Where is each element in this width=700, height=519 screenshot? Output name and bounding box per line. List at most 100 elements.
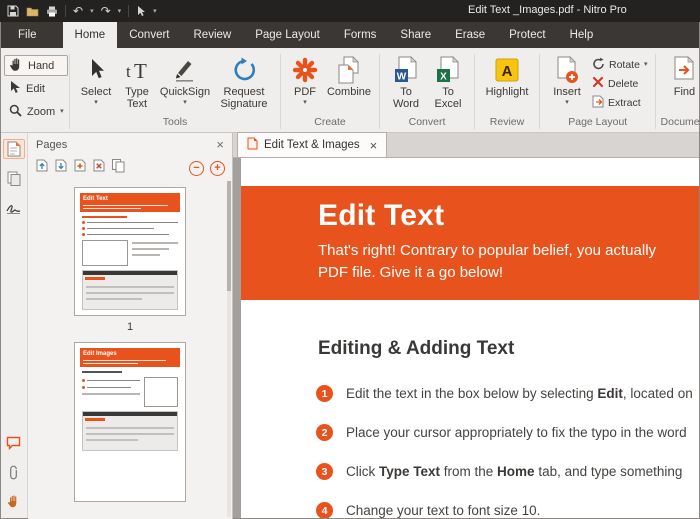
quicksign-button[interactable]: QuickSign ▾ <box>157 51 213 107</box>
select-button[interactable]: Select ▾ <box>75 51 117 107</box>
highlight-button[interactable]: A Highlight <box>480 51 534 98</box>
step-text-fragment: tab, and type something <box>535 464 683 479</box>
page-thumbnail-1[interactable]: Edit Text <box>74 187 186 316</box>
nitro-pdf-icon <box>292 54 318 86</box>
tab-erase[interactable]: Erase <box>443 22 497 48</box>
hand-label: Hand <box>28 60 54 72</box>
thumb-text-bar <box>83 208 141 210</box>
comments-panel-icon[interactable] <box>3 433 25 453</box>
document-tab-bar: Edit Text & Images × <box>233 133 700 158</box>
pdf-button[interactable]: PDF ▾ <box>286 51 324 107</box>
type-text-label: Type Text <box>121 86 153 110</box>
ribbon-group-document: Find Document <box>657 50 700 132</box>
type-text-button[interactable]: tT Type Text <box>117 51 157 110</box>
attachments-panel-icon[interactable] <box>3 462 25 482</box>
list-item-4: 4 Change your text to font size 10. <box>316 491 700 519</box>
undo-dropdown-icon[interactable]: ▾ <box>90 3 94 19</box>
to-excel-button[interactable]: X To Excel <box>427 51 469 110</box>
to-word-button[interactable]: W To Word <box>385 51 427 110</box>
scrollbar-thumb[interactable] <box>227 181 231 291</box>
page-thumbnail-2[interactable]: Edit Images <box>74 342 186 502</box>
select-tool-dropdown-icon[interactable]: ▾ <box>153 3 157 19</box>
tab-forms[interactable]: Forms <box>332 22 389 48</box>
svg-text:A: A <box>502 63 513 80</box>
extract-button[interactable]: Extract <box>589 94 650 111</box>
zoom-in-icon[interactable]: + <box>210 161 225 176</box>
thumb-bullet-row <box>82 221 178 224</box>
quicksign-label: QuickSign <box>160 86 210 98</box>
sidebar-strip-bottom <box>3 433 25 511</box>
save-icon[interactable] <box>7 3 19 19</box>
instruction-list: 1 Edit the text in the box below by sele… <box>241 374 700 519</box>
step-text-fragment: Home <box>497 464 535 479</box>
find-button[interactable]: Find <box>661 51 700 98</box>
edit-cursor-icon <box>9 80 21 97</box>
select-tool-icon[interactable] <box>136 3 146 19</box>
tab-page-layout[interactable]: Page Layout <box>243 22 332 48</box>
thumbnail-list: Edit Text <box>28 180 232 519</box>
titlebar-separator <box>128 5 129 17</box>
thumbnail-scrollbar[interactable] <box>227 181 231 517</box>
document-tab[interactable]: Edit Text & Images × <box>237 132 387 157</box>
combine-button[interactable]: Combine <box>324 51 374 98</box>
request-signature-button[interactable]: Request Signature <box>213 51 275 110</box>
tab-help[interactable]: Help <box>558 22 606 48</box>
tab-protect[interactable]: Protect <box>497 22 557 48</box>
ribbon: Hand Edit Zoom ▾ Select ▾ <box>0 48 700 133</box>
group-label-create: Create <box>282 116 378 132</box>
pages-panel-toolbar: − + <box>28 156 232 180</box>
step-text-fragment: from the <box>440 464 497 479</box>
redo-dropdown-icon[interactable]: ▾ <box>118 3 122 19</box>
zoom-out-icon[interactable]: − <box>189 161 204 176</box>
bookmarks-panel-icon[interactable] <box>3 168 25 188</box>
zoom-button[interactable]: Zoom ▾ <box>4 101 68 122</box>
svg-text:W: W <box>397 72 407 83</box>
main-area: Pages × − + Edit Text <box>0 133 700 519</box>
step-number-badge: 2 <box>316 424 333 441</box>
tab-home[interactable]: Home <box>63 22 118 48</box>
insert-page-icon <box>555 54 579 86</box>
insert-button[interactable]: Insert ▾ <box>545 51 589 107</box>
open-file-icon[interactable] <box>26 3 39 19</box>
document-scroll[interactable]: Edit Text That's right! Contrary to popu… <box>233 158 700 519</box>
step-text-fragment: Edit <box>597 386 623 401</box>
tab-review[interactable]: Review <box>182 22 244 48</box>
undo-icon[interactable]: ↶ <box>73 3 83 19</box>
insert-page-icon[interactable] <box>73 158 87 178</box>
combine-pages-icon <box>336 54 362 86</box>
step-text: Edit the text in the box below by select… <box>346 386 693 401</box>
extract-label: Extract <box>608 97 641 109</box>
excel-file-icon: X <box>436 54 460 86</box>
hand-button[interactable]: Hand <box>4 55 68 76</box>
pages-panel-icon[interactable] <box>3 139 25 159</box>
svg-text:T: T <box>134 59 147 83</box>
thumb-box-row <box>82 240 178 266</box>
redo-icon[interactable]: ↷ <box>101 3 111 19</box>
chevron-down-icon: ▾ <box>303 99 307 107</box>
thumb-bullet-row <box>82 227 178 230</box>
to-excel-label: To Excel <box>433 86 463 110</box>
signatures-panel-icon[interactable] <box>3 197 25 217</box>
rotate-button[interactable]: Rotate ▾ <box>589 56 650 73</box>
tab-share[interactable]: Share <box>388 22 443 48</box>
edit-button[interactable]: Edit <box>4 78 68 99</box>
select-cursor-icon <box>87 54 105 86</box>
highlight-icon: A <box>494 54 520 86</box>
step-text: Click Type Text from the Home tab, and t… <box>346 464 682 479</box>
close-icon[interactable]: × <box>216 138 224 151</box>
step-number-badge: 4 <box>316 502 333 519</box>
page-up-icon[interactable] <box>35 158 49 178</box>
group-label-convert: Convert <box>381 116 473 132</box>
delete-page-icon[interactable] <box>92 158 106 178</box>
tab-convert[interactable]: Convert <box>117 22 181 48</box>
page-down-icon[interactable] <box>54 158 68 178</box>
duplicate-page-icon[interactable] <box>111 158 126 178</box>
step-text-fragment: Place your cursor appropriately to fix t… <box>346 425 687 440</box>
hand-stamp-icon[interactable] <box>3 491 25 511</box>
print-icon[interactable] <box>46 3 58 19</box>
svg-text:X: X <box>440 72 447 83</box>
select-label: Select <box>81 86 112 98</box>
delete-button[interactable]: Delete <box>589 75 650 92</box>
close-icon[interactable]: × <box>370 138 378 153</box>
tab-file[interactable]: File <box>6 22 49 48</box>
